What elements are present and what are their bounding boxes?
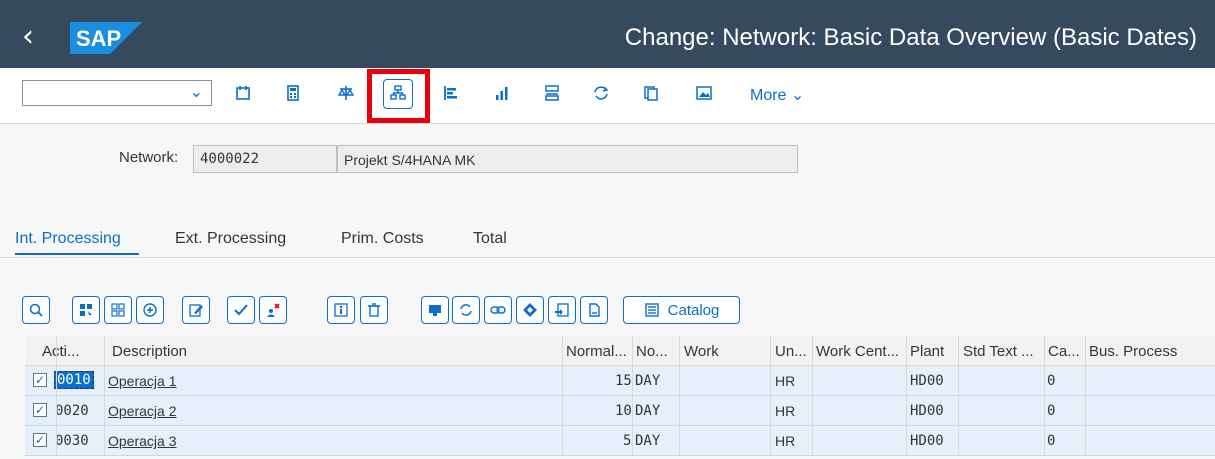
command-field[interactable]: ⌄ <box>22 80 212 106</box>
zoom-icon[interactable] <box>22 296 50 324</box>
main-content: Network: 4000022 Projekt S/4HANA MK Int.… <box>0 125 1215 459</box>
column-divider <box>812 336 813 456</box>
column-bus-process[interactable]: Bus. Process <box>1089 343 1177 360</box>
page-icon[interactable] <box>580 296 608 324</box>
table-row[interactable]: ✓ 0030 Operacja 3 5 DAY HR HD00 0 <box>25 426 1215 456</box>
column-work[interactable]: Work <box>684 343 719 360</box>
svg-text:SAP: SAP <box>76 26 121 51</box>
table-row[interactable]: ✓ 0010 Operacja 1 15 DAY HR HD00 0 <box>25 366 1215 396</box>
calc-cell[interactable]: 0 <box>1047 433 1055 449</box>
column-calc[interactable]: Ca... <box>1048 343 1080 360</box>
description-link[interactable]: Operacja 3 <box>108 433 176 449</box>
row-checkbox[interactable]: ✓ <box>33 373 47 387</box>
normal-duration[interactable]: 10 <box>615 403 632 419</box>
column-divider <box>770 336 771 456</box>
table-header: Acti... Description Normal... No... Work… <box>25 336 1215 366</box>
column-normal-unit[interactable]: No... <box>636 343 668 360</box>
network-number-field[interactable]: 4000022 <box>193 145 337 173</box>
normal-unit[interactable]: DAY <box>635 433 660 449</box>
sync-icon[interactable] <box>587 80 615 106</box>
select-all-icon[interactable] <box>72 296 100 324</box>
catalog-button[interactable]: Catalog <box>623 296 740 324</box>
column-std-text[interactable]: Std Text ... <box>963 343 1034 360</box>
delete-assignment-icon[interactable] <box>259 296 287 324</box>
more-button[interactable]: More ⌄ <box>750 85 804 105</box>
normal-duration[interactable]: 5 <box>623 433 631 449</box>
window-icon[interactable] <box>421 296 449 324</box>
more-label: More <box>750 87 787 104</box>
back-button[interactable]: ‹ <box>22 22 44 52</box>
edit-icon[interactable] <box>182 296 210 324</box>
activity-cell[interactable]: 0010 <box>54 371 94 389</box>
sap-logo: SAP <box>70 22 142 54</box>
row-checkbox[interactable]: ✓ <box>33 403 47 417</box>
calc-cell[interactable]: 0 <box>1047 403 1055 419</box>
chart-icon[interactable] <box>488 80 516 106</box>
calculator-icon[interactable] <box>279 80 307 106</box>
catalog-label: Catalog <box>667 301 720 319</box>
normal-unit[interactable]: DAY <box>635 373 660 389</box>
add-icon[interactable] <box>136 296 164 324</box>
column-work-unit[interactable]: Un... <box>775 343 807 360</box>
column-normal[interactable]: Normal... <box>566 343 627 360</box>
column-work-center[interactable]: Work Cent... <box>816 343 899 360</box>
column-divider <box>1044 336 1045 456</box>
balance-icon[interactable] <box>332 80 360 106</box>
info-icon[interactable] <box>327 296 355 324</box>
plant-cell[interactable]: HD00 <box>910 433 944 449</box>
bar-align-icon[interactable] <box>437 80 465 106</box>
application-toolbar: ⌄ More ⌄ <box>0 68 1215 124</box>
normal-unit[interactable]: DAY <box>635 403 660 419</box>
trash-icon[interactable] <box>360 296 388 324</box>
column-divider <box>679 336 680 456</box>
column-divider <box>1085 336 1086 456</box>
page-title: Change: Network: Basic Data Overview (Ba… <box>624 24 1197 51</box>
column-plant[interactable]: Plant <box>910 343 944 360</box>
copy-icon[interactable] <box>637 80 665 106</box>
activity-cell[interactable]: 0030 <box>55 433 89 449</box>
tab-divider <box>0 257 1215 258</box>
column-divider <box>56 336 57 456</box>
tab-total[interactable]: Total <box>473 230 507 248</box>
work-unit[interactable]: HR <box>775 373 795 389</box>
column-divider <box>632 336 633 456</box>
sync-icon[interactable] <box>452 296 480 324</box>
description-link[interactable]: Operacja 2 <box>108 403 176 419</box>
tab-int-processing[interactable]: Int. Processing <box>15 230 121 248</box>
description-link[interactable]: Operacja 1 <box>108 373 176 389</box>
calc-cell[interactable]: 0 <box>1047 373 1055 389</box>
image-icon[interactable] <box>690 80 718 106</box>
calendar-icon[interactable] <box>229 80 257 106</box>
activity-cell[interactable]: 0020 <box>55 403 89 419</box>
column-activity[interactable]: Acti... <box>42 343 80 360</box>
chevron-down-icon: ⌄ <box>790 87 805 104</box>
diamond-icon[interactable] <box>516 296 544 324</box>
plant-cell[interactable]: HD00 <box>910 373 944 389</box>
tab-prim-costs[interactable]: Prim. Costs <box>341 230 424 248</box>
table-row[interactable]: ✓ 0020 Operacja 2 10 DAY HR HD00 0 <box>25 396 1215 426</box>
plant-cell[interactable]: HD00 <box>910 403 944 419</box>
list-icon[interactable] <box>538 80 566 106</box>
active-tab-indicator <box>15 253 139 255</box>
catalog-icon <box>644 303 659 317</box>
chevron-down-icon[interactable]: ⌄ <box>190 82 203 102</box>
row-checkbox[interactable]: ✓ <box>33 433 47 447</box>
work-unit[interactable]: HR <box>775 403 795 419</box>
document-move-icon[interactable] <box>548 296 576 324</box>
highlight-box <box>367 69 430 123</box>
column-divider <box>958 336 959 456</box>
check-icon[interactable] <box>227 296 255 324</box>
normal-duration[interactable]: 15 <box>615 373 632 389</box>
deselect-all-icon[interactable] <box>104 296 132 324</box>
network-label: Network: <box>119 149 179 166</box>
link-icon[interactable] <box>484 296 512 324</box>
work-unit[interactable]: HR <box>775 433 795 449</box>
column-divider <box>906 336 907 456</box>
column-description[interactable]: Description <box>112 343 187 360</box>
tab-ext-processing[interactable]: Ext. Processing <box>175 230 286 248</box>
shell-bar: ‹ SAP Change: Network: Basic Data Overvi… <box>0 0 1215 68</box>
column-divider <box>104 336 105 456</box>
network-description-field[interactable]: Projekt S/4HANA MK <box>337 145 798 173</box>
column-divider <box>562 336 563 456</box>
